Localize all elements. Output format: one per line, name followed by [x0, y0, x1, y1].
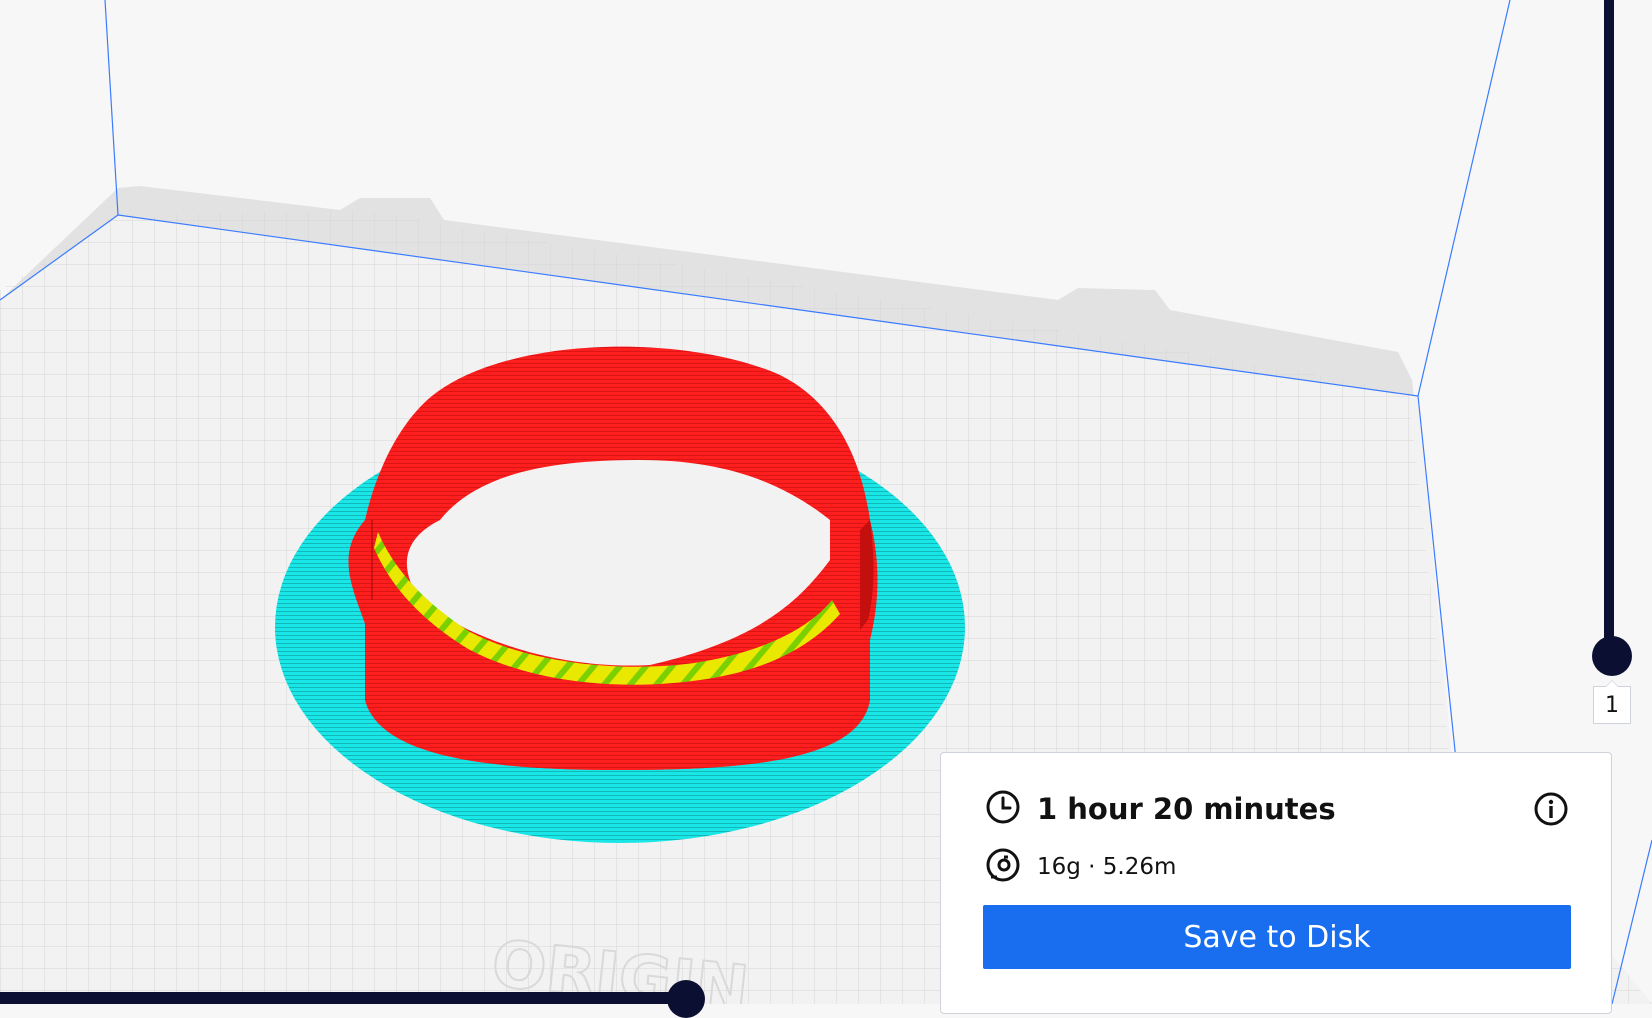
- save-to-disk-button[interactable]: Save to Disk: [983, 905, 1571, 969]
- material-usage: 16g · 5.26m: [1037, 854, 1177, 880]
- layer-progress-handle[interactable]: [667, 980, 705, 1018]
- print-info-panel: 1 hour 20 minutes 16g · 5.26m Save to Di…: [940, 752, 1612, 1014]
- print-time: 1 hour 20 minutes: [1037, 792, 1336, 826]
- material-usage-row: 16g · 5.26m: [985, 847, 1177, 888]
- layer-slider-handle[interactable]: [1592, 636, 1632, 676]
- info-icon[interactable]: [1533, 791, 1569, 827]
- print-time-row: 1 hour 20 minutes: [985, 789, 1336, 830]
- spool-icon: [985, 847, 1021, 888]
- clock-icon: [985, 789, 1021, 830]
- layer-slider-track[interactable]: [1604, 0, 1614, 656]
- layer-progress-slider[interactable]: [0, 992, 690, 1004]
- current-layer-label: 1: [1593, 686, 1631, 724]
